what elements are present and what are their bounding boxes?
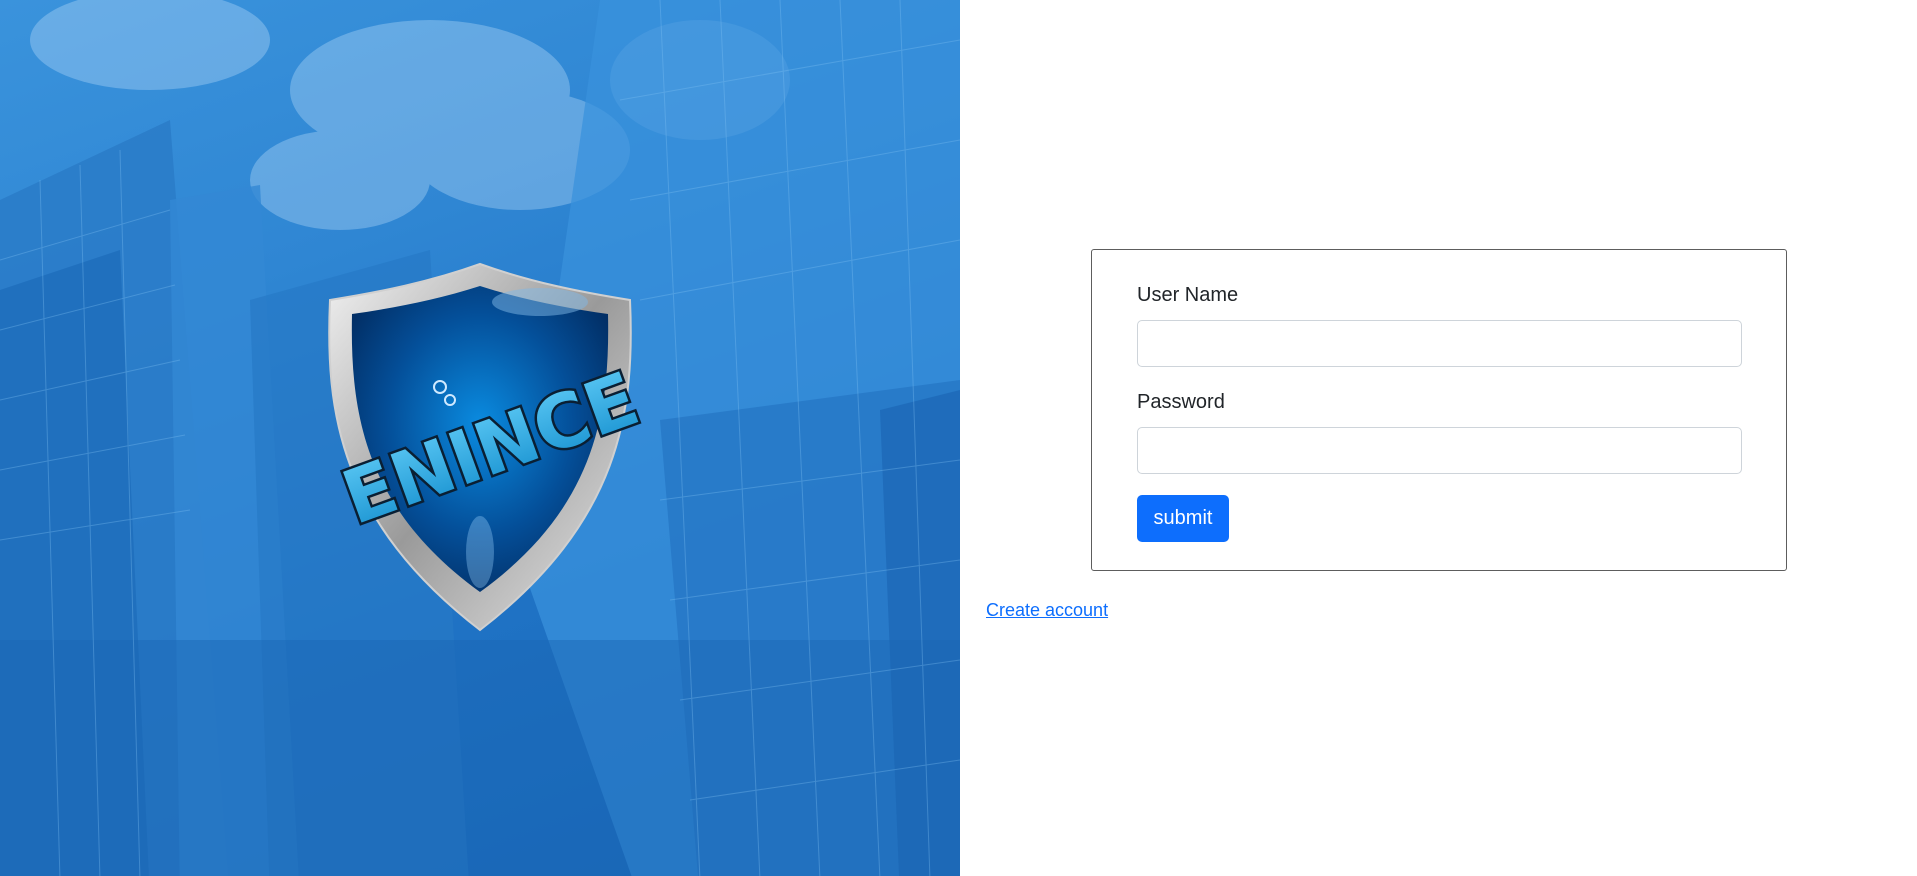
create-account-link[interactable]: Create account [986, 600, 1108, 621]
password-input[interactable] [1137, 427, 1742, 474]
password-label: Password [1137, 391, 1225, 413]
username-label: User Name [1137, 284, 1239, 306]
submit-button[interactable]: submit [1137, 495, 1229, 542]
login-page: ENINCE User Name Password submit Create … [0, 0, 1917, 876]
hero-panel: ENINCE [0, 0, 960, 876]
enince-logo: ENINCE [300, 262, 680, 632]
login-card: User Name Password submit [1091, 249, 1787, 571]
username-input[interactable] [1137, 320, 1742, 367]
